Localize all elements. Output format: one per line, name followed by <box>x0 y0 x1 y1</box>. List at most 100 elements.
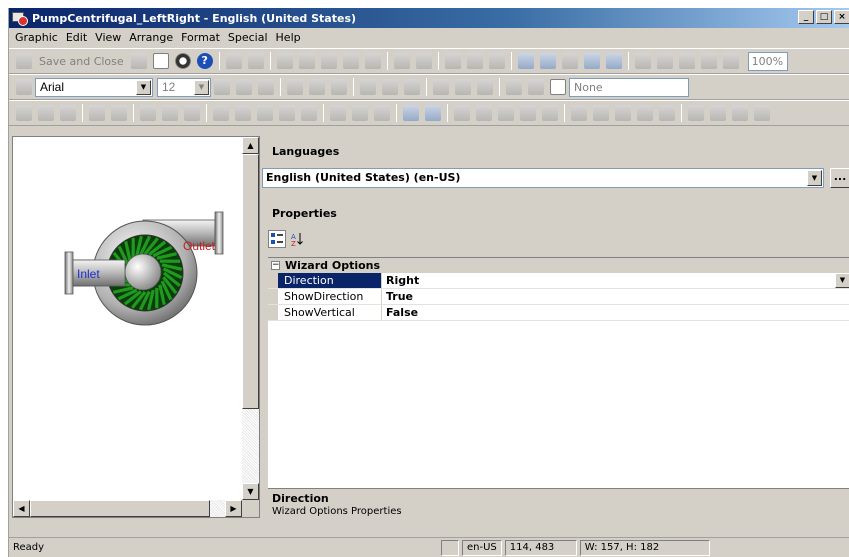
link-icon[interactable] <box>444 53 461 69</box>
horizontal-scroll-thumb[interactable] <box>30 500 210 517</box>
line-color-icon[interactable] <box>360 79 376 95</box>
title-bar[interactable]: PumpCentrifugal_LeftRight - English (Uni… <box>9 8 849 28</box>
text-align-icon[interactable] <box>331 79 347 95</box>
spacing-icon[interactable] <box>542 105 558 121</box>
dropdown-arrow-icon[interactable]: ▼ <box>807 170 822 186</box>
language-combo[interactable]: English (United States) (en-US) ▼ <box>262 168 824 188</box>
paste-icon[interactable] <box>342 53 359 69</box>
collapse-icon[interactable]: − <box>271 261 280 270</box>
underline-icon[interactable] <box>258 79 274 95</box>
menu-arrange[interactable]: Arrange <box>125 31 177 44</box>
group-icon[interactable] <box>393 53 410 69</box>
pump-graphic[interactable]: Inlet Outlet <box>13 137 242 500</box>
pointer-mode-icon[interactable] <box>550 79 566 95</box>
scroll-left-icon[interactable]: ◀ <box>13 500 30 517</box>
fill-color-icon[interactable] <box>382 79 398 95</box>
chart-icon[interactable] <box>583 53 600 69</box>
spacing-icon[interactable] <box>476 105 492 121</box>
line-weight-icon[interactable] <box>433 79 449 95</box>
flip-icon[interactable] <box>732 105 748 121</box>
anchor-icon[interactable] <box>466 53 483 69</box>
rotate-icon[interactable] <box>89 105 105 121</box>
spacing-icon[interactable] <box>454 105 470 121</box>
flip-icon[interactable] <box>710 105 726 121</box>
wizard-options-category[interactable]: − Wizard Options <box>268 258 849 273</box>
menu-view[interactable]: View <box>91 31 125 44</box>
align-center-icon[interactable] <box>162 105 178 121</box>
scroll-down-icon[interactable]: ▼ <box>242 483 259 500</box>
property-grid[interactable]: − Wizard Options Direction Right ▼ ShowD… <box>268 257 849 489</box>
record-icon[interactable] <box>174 53 191 69</box>
graphic-canvas[interactable]: Inlet Outlet <box>13 137 242 500</box>
zoom-fit-icon[interactable] <box>678 53 695 69</box>
spacing-icon[interactable] <box>498 105 514 121</box>
dropdown-arrow-icon[interactable]: ▼ <box>194 79 209 95</box>
property-value-showdirection[interactable]: True <box>382 289 849 304</box>
scroll-right-icon[interactable]: ▶ <box>225 500 242 517</box>
property-row-direction[interactable]: Direction Right ▼ <box>268 273 849 289</box>
dropdown-arrow-icon[interactable]: ▼ <box>835 273 849 288</box>
copy-icon[interactable] <box>320 53 337 69</box>
bold-icon[interactable] <box>214 79 230 95</box>
rotate-icon[interactable] <box>111 105 127 121</box>
flip-icon[interactable] <box>688 105 704 121</box>
menu-format[interactable]: Format <box>177 31 224 44</box>
zoom-normal-icon[interactable] <box>722 53 739 69</box>
save-icon[interactable] <box>130 53 147 69</box>
horizontal-scrollbar[interactable]: ◀ ▶ <box>13 500 242 517</box>
select-icon[interactable] <box>276 53 293 69</box>
dropdown-arrow-icon[interactable]: ▼ <box>136 79 151 95</box>
font-name-combo[interactable]: Arial ▼ <box>35 77 153 97</box>
table-icon[interactable] <box>605 53 622 69</box>
font-grow-icon[interactable] <box>287 79 303 95</box>
line-style-icon[interactable] <box>477 79 493 95</box>
size-icon[interactable] <box>659 105 675 121</box>
categorized-icon[interactable] <box>268 230 286 248</box>
minimize-button[interactable]: _ <box>798 10 814 24</box>
symbol-icon[interactable] <box>539 53 556 69</box>
menu-help[interactable]: Help <box>272 31 305 44</box>
size-icon[interactable] <box>593 105 609 121</box>
embed-icon[interactable] <box>517 53 534 69</box>
wizard-icon[interactable] <box>561 53 578 69</box>
zoom-in-icon[interactable] <box>656 53 673 69</box>
menu-special[interactable]: Special <box>224 31 272 44</box>
arrange-icon[interactable] <box>38 105 54 121</box>
line-pattern-combo[interactable]: None <box>569 77 689 97</box>
size-icon[interactable] <box>637 105 653 121</box>
image-toggle-icon[interactable] <box>152 53 169 69</box>
distribute-icon[interactable] <box>352 105 368 121</box>
align-left-icon[interactable] <box>140 105 156 121</box>
undo-icon[interactable] <box>225 53 242 69</box>
shadow-icon[interactable] <box>506 79 522 95</box>
script-icon[interactable] <box>488 53 505 69</box>
send-back-icon[interactable] <box>425 105 441 121</box>
arrange-icon[interactable] <box>16 105 32 121</box>
property-value-direction[interactable]: Right ▼ <box>382 273 849 288</box>
italic-icon[interactable] <box>236 79 252 95</box>
alphabetical-sort-icon[interactable]: AZ <box>288 230 306 248</box>
help-icon[interactable]: ? <box>196 53 213 69</box>
format-painter-icon[interactable] <box>364 53 381 69</box>
redo-icon[interactable] <box>247 53 264 69</box>
align-right-icon[interactable] <box>184 105 200 121</box>
ungroup-icon[interactable] <box>415 53 432 69</box>
zoom-combo[interactable]: 100% <box>747 51 788 71</box>
menu-graphic[interactable]: Graphic <box>11 31 62 44</box>
align-bottom-icon[interactable] <box>257 105 273 121</box>
pointer-icon[interactable] <box>528 79 544 95</box>
size-icon[interactable] <box>571 105 587 121</box>
maximize-button[interactable]: □ <box>816 10 832 24</box>
distribute-icon[interactable] <box>374 105 390 121</box>
distribute-icon[interactable] <box>330 105 346 121</box>
align-middle-icon[interactable] <box>235 105 251 121</box>
zoom-out-icon[interactable] <box>634 53 651 69</box>
property-row-showvertical[interactable]: ShowVertical False <box>268 305 849 321</box>
align-top-icon[interactable] <box>213 105 229 121</box>
font-shrink-icon[interactable] <box>309 79 325 95</box>
vertical-scrollbar[interactable]: ▲ ▼ <box>242 137 259 500</box>
align-centers-icon[interactable] <box>279 105 295 121</box>
cut-icon[interactable] <box>298 53 315 69</box>
spacing-icon[interactable] <box>520 105 536 121</box>
bring-front-icon[interactable] <box>403 105 419 121</box>
